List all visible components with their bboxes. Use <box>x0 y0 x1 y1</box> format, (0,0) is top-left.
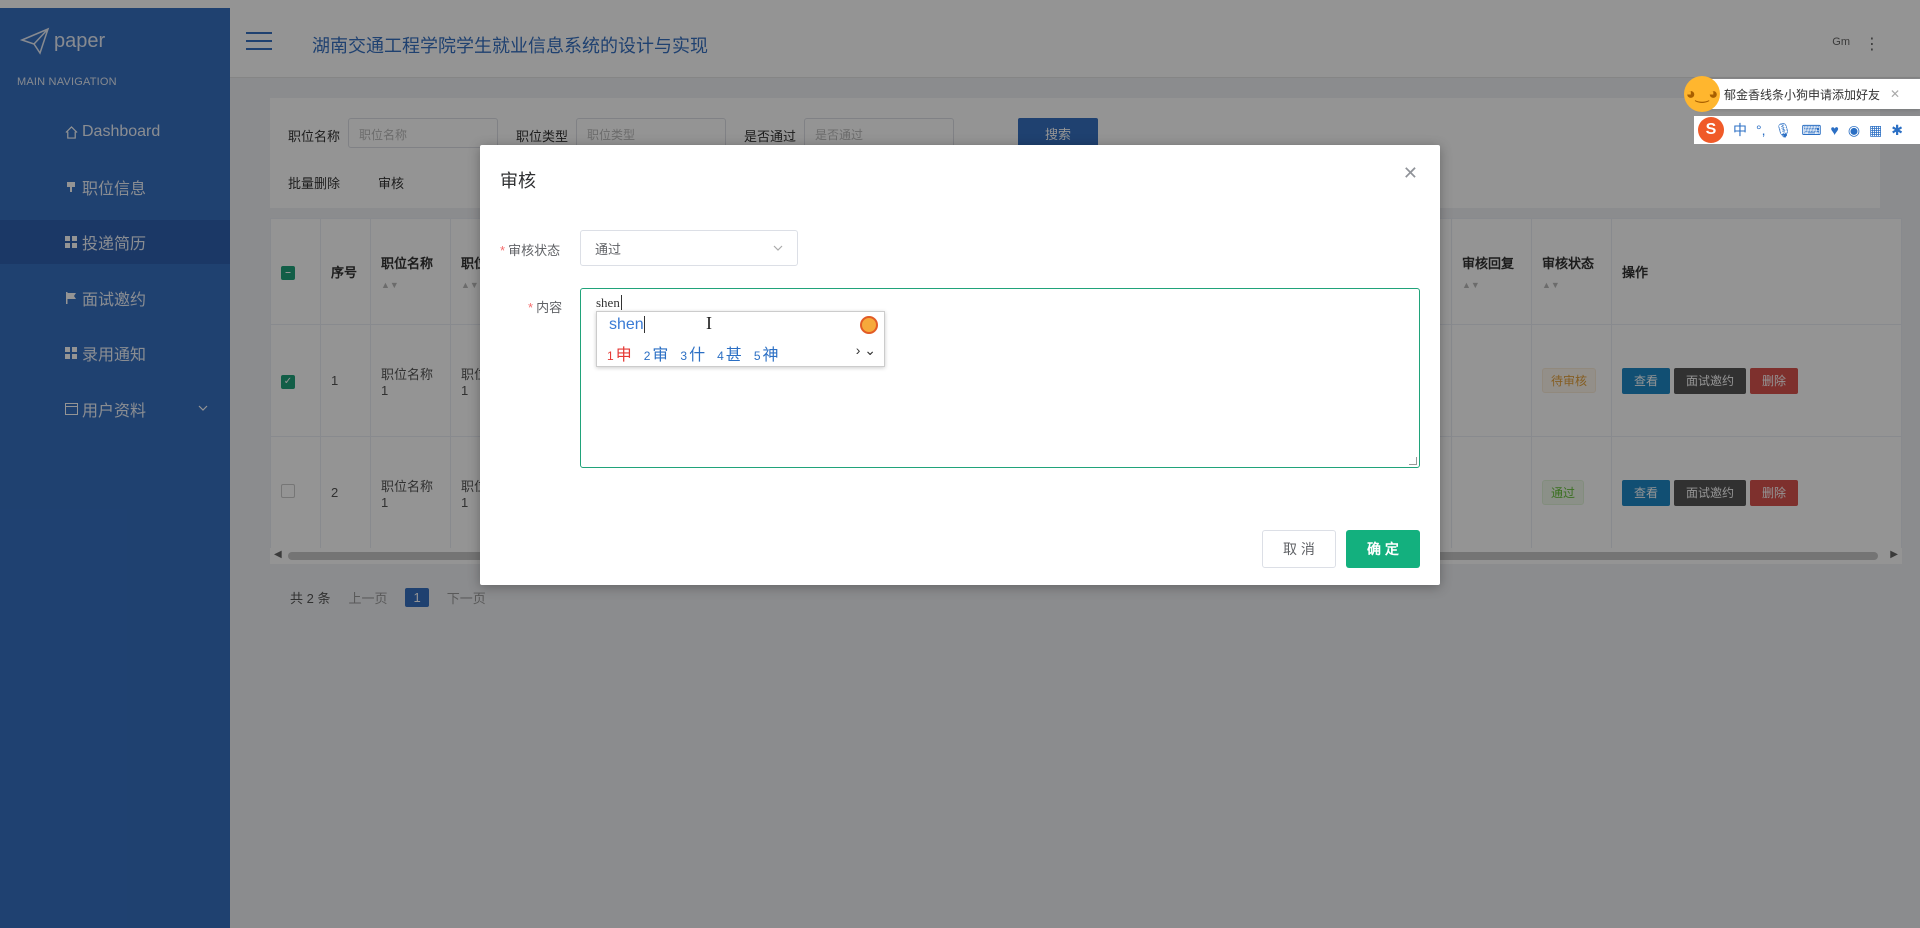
sogou-logo-icon[interactable]: S <box>1698 117 1724 143</box>
audit-status-value: 通过 <box>595 241 622 257</box>
ime-candidate-popup: shen 1申 2审 3什 4甚 5神 › ⌄ <box>596 311 885 367</box>
ime-page-nav[interactable]: › ⌄ <box>856 342 876 359</box>
apps-grid-icon[interactable]: ▦ <box>1869 122 1882 139</box>
settings-icon[interactable]: ✱ <box>1891 122 1903 139</box>
ime-toolbar: S 中 °, 🎙 ⌨ ♥ ◉ ▦ ✱ <box>1694 116 1920 144</box>
text-cursor-icon: I <box>706 313 712 333</box>
ime-candidate[interactable]: 4甚 <box>717 341 742 365</box>
ime-candidate[interactable]: 5神 <box>754 341 779 365</box>
ime-friend-notice[interactable]: ◕‿◕ 郁金香线条小狗申请添加好友 ✕ <box>1684 76 1920 112</box>
ime-mode-toggle[interactable]: 中 <box>1733 120 1747 140</box>
keyboard-icon[interactable]: ⌨ <box>1801 122 1821 139</box>
chevron-down-icon[interactable]: ⌄ <box>864 342 876 358</box>
ime-composition: shen <box>609 316 645 333</box>
content-text: shen <box>596 295 620 310</box>
status-field-label: * 审核状态 <box>500 243 561 258</box>
ime-candidate[interactable]: 3什 <box>680 341 705 365</box>
ime-skin-icon[interactable] <box>860 316 878 334</box>
confirm-button[interactable]: 确 定 <box>1346 530 1420 568</box>
ime-candidate[interactable]: 2审 <box>644 341 669 365</box>
punctuation-icon[interactable]: °, <box>1756 122 1766 138</box>
ime-candidate[interactable]: 1申 <box>607 341 632 365</box>
cancel-button[interactable]: 取 消 <box>1262 530 1336 568</box>
audit-status-select[interactable]: 通过 <box>580 230 798 266</box>
dialog-title: 审核 <box>500 171 536 191</box>
content-field-label: * 内容 <box>528 300 563 315</box>
chevron-down-icon <box>773 245 783 251</box>
close-icon[interactable]: ✕ <box>1890 87 1900 101</box>
sun-mascot-icon: ◕‿◕ <box>1684 76 1720 112</box>
close-icon[interactable]: ✕ <box>1403 163 1418 184</box>
chevron-right-icon[interactable]: › <box>856 342 861 358</box>
gamepad-icon[interactable]: ◉ <box>1848 122 1860 139</box>
resize-handle[interactable] <box>1409 457 1417 465</box>
ime-candidates: 1申 2审 3什 4甚 5神 <box>607 341 779 365</box>
microphone-icon[interactable]: 🎙 <box>1775 122 1793 139</box>
skin-icon[interactable]: ♥ <box>1831 122 1839 138</box>
notice-text: 郁金香线条小狗申请添加好友 <box>1724 87 1881 102</box>
